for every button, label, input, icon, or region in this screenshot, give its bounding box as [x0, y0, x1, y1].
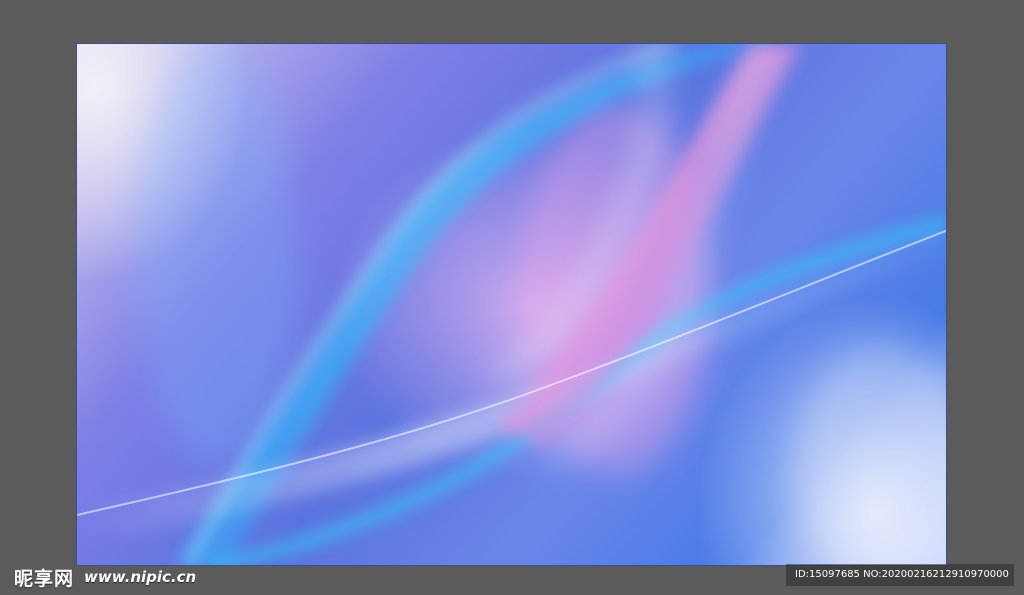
- watermark-site: www.nipic.cn: [84, 568, 197, 586]
- image-viewport: 昵享网 www.nipic.cn ID:15097685 NO:20200216…: [0, 0, 1024, 595]
- wave-graphics: [77, 44, 946, 565]
- lower-right-light: [792, 344, 946, 565]
- watermark-left: 昵享网 www.nipic.cn: [14, 565, 197, 590]
- left-soft-glow: [137, 44, 297, 464]
- watermark-brand: 昵享网: [14, 567, 75, 590]
- watermark-id: ID:15097685 NO:20200216212910970000: [786, 564, 1014, 586]
- abstract-blue-wave-image: [76, 43, 947, 566]
